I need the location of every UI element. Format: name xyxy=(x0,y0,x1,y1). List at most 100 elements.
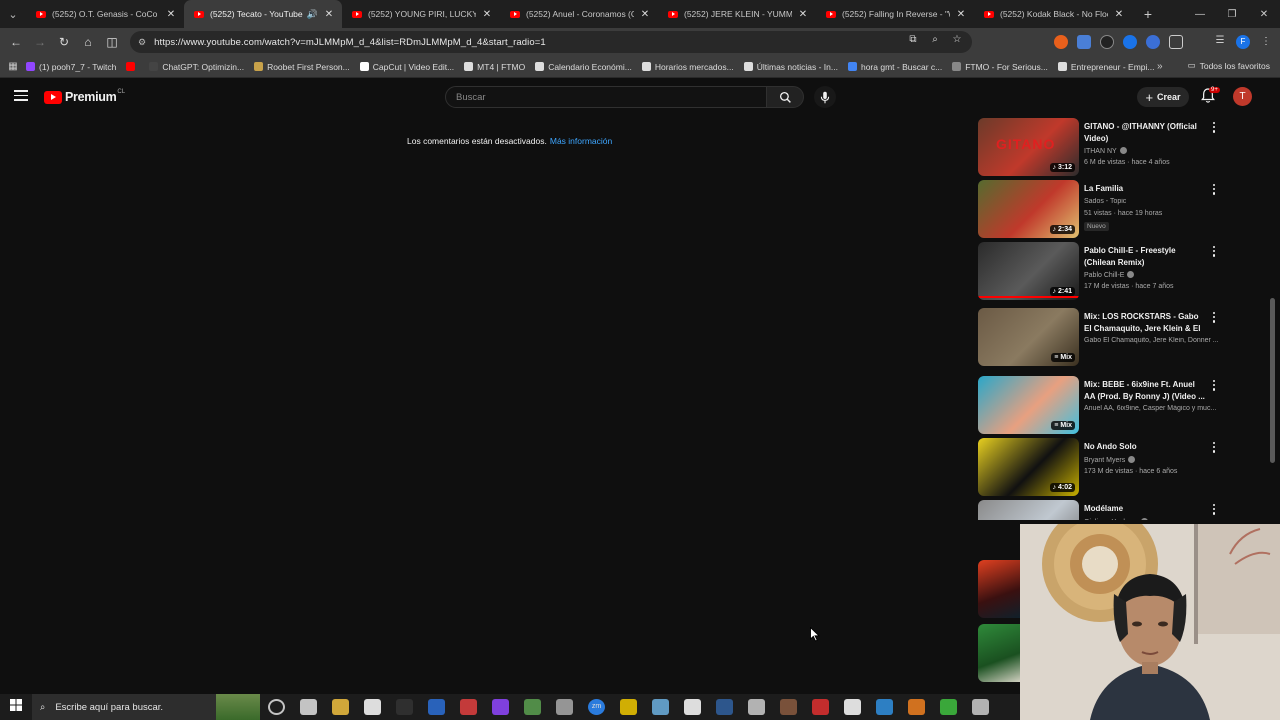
video-title[interactable]: No Ando Solo xyxy=(1084,441,1206,453)
translate-extension-icon[interactable] xyxy=(1077,35,1091,49)
forward-icon[interactable]: → xyxy=(28,35,52,49)
taskbar-app-icon[interactable] xyxy=(332,699,349,715)
video-thumbnail[interactable]: ♪ 2:41 xyxy=(978,242,1079,300)
more-actions-icon[interactable] xyxy=(1211,380,1217,393)
recommendation-thumbnail-partial[interactable] xyxy=(978,624,1020,682)
video-title[interactable]: Pablo Chill-E - Freestyle (Chilean Remix… xyxy=(1084,245,1206,268)
video-title[interactable]: Modélame xyxy=(1084,503,1206,515)
bookmark-item[interactable] xyxy=(126,62,139,71)
install-app-icon[interactable]: ⧉ xyxy=(906,34,920,45)
taskbar-app-icon[interactable]: zm xyxy=(588,699,605,715)
extensions-puzzle-icon[interactable] xyxy=(1169,35,1183,49)
more-actions-icon[interactable] xyxy=(1211,184,1217,197)
video-thumbnail[interactable]: GITANO ♪ 3:12 xyxy=(978,118,1079,176)
browser-tab[interactable]: (5252) Tecato - YouTube 🔊 ✕ xyxy=(184,0,342,28)
channel-name[interactable]: Pablo Chill-E xyxy=(1084,272,1124,279)
search-button[interactable] xyxy=(766,86,804,108)
profile-avatar-icon[interactable]: F xyxy=(1236,35,1250,49)
close-tab-icon[interactable]: ✕ xyxy=(798,9,808,20)
taskbar-app-icon[interactable] xyxy=(972,699,989,715)
new-tab-button[interactable]: + xyxy=(1136,6,1160,22)
channel-name[interactable]: Sados - Topic xyxy=(1084,198,1126,205)
bookmark-item[interactable]: hora gmt - Buscar c... xyxy=(847,62,942,72)
video-title[interactable]: La Familia xyxy=(1084,183,1206,195)
bookmark-item[interactable]: Entrepreneur - Empi... xyxy=(1057,62,1155,72)
more-actions-icon[interactable] xyxy=(1211,246,1217,259)
taskbar-app-icon[interactable] xyxy=(812,699,829,715)
extension-icon[interactable] xyxy=(1146,35,1160,49)
bookmark-item[interactable]: MT4 | FTMO xyxy=(464,62,525,72)
start-button[interactable] xyxy=(0,698,32,716)
taskbar-app-icon[interactable] xyxy=(428,699,445,715)
video-title[interactable]: Mix: BEBE - 6ix9ine Ft. Anuel AA (Prod. … xyxy=(1084,379,1206,402)
taskbar-app-icon[interactable] xyxy=(844,699,861,715)
tab-audio-icon[interactable]: 🔊 xyxy=(307,9,318,20)
all-bookmarks-folder[interactable]: ▭ Todos los favoritos xyxy=(1188,60,1270,71)
video-title[interactable]: Mix: LOS ROCKSTARS - Gabo El Chamaquito,… xyxy=(1084,311,1206,334)
taskbar-app-icon[interactable] xyxy=(652,699,669,715)
recommendation-thumbnail-partial[interactable] xyxy=(978,560,1020,618)
more-info-link[interactable]: Más información xyxy=(550,136,612,146)
browser-tab[interactable]: (5252) O.T. Genasis - CoCo [Offi ✕ xyxy=(26,0,184,28)
taskbar-search-input[interactable]: ⌕ Escribe aquí para buscar. xyxy=(32,694,260,720)
taskbar-app-icon[interactable] xyxy=(268,699,285,715)
more-bookmarks-chevron-icon[interactable]: » xyxy=(1157,61,1163,72)
split-view-icon[interactable]: ◫ xyxy=(100,35,124,49)
video-thumbnail[interactable]: ♪ 4:02 xyxy=(978,438,1079,496)
minimize-icon[interactable]: — xyxy=(1184,9,1216,20)
bookmark-star-icon[interactable]: ☆ xyxy=(950,34,964,45)
taskbar-app-icon[interactable] xyxy=(620,699,637,715)
taskbar-app-icon[interactable] xyxy=(684,699,701,715)
close-window-icon[interactable]: ✕ xyxy=(1248,9,1280,20)
browser-tab[interactable]: (5252) JERE KLEIN - YUMMY! Fr ✕ xyxy=(658,0,816,28)
more-actions-icon[interactable] xyxy=(1211,122,1217,135)
taskbar-app-icon[interactable] xyxy=(716,699,733,715)
channel-name[interactable]: Anuel AA, 6ix9ine, Casper Mágico y muc..… xyxy=(1084,405,1216,412)
bookmark-item[interactable]: Calendario Económi... xyxy=(535,62,632,72)
recommendation-item[interactable]: GITANO ♪ 3:12 GITANO - @ITHANNY (Official … xyxy=(978,118,1228,178)
create-button[interactable]: + Crear xyxy=(1137,87,1189,107)
recommendation-item[interactable]: ♪ 4:02 No Ando Solo Bryant Myers 173 M de v… xyxy=(978,438,1228,498)
bookmark-item[interactable]: CapCut | Video Edit... xyxy=(359,62,454,72)
recommendation-item[interactable]: ≡ Mix Mix: BEBE - 6ix9ine Ft. Anuel AA (P… xyxy=(978,376,1228,436)
site-info-icon[interactable]: ⚙ xyxy=(138,37,146,48)
channel-name[interactable]: ITHAN NY xyxy=(1084,148,1117,155)
bookmark-item[interactable]: FTMO - For Serious... xyxy=(952,62,1048,72)
taskbar-app-icon[interactable] xyxy=(876,699,893,715)
close-tab-icon[interactable]: ✕ xyxy=(956,9,966,20)
video-thumbnail[interactable]: ≡ Mix xyxy=(978,376,1079,434)
close-tab-icon[interactable]: ✕ xyxy=(1114,9,1124,20)
home-icon[interactable]: ⌂ xyxy=(76,35,100,49)
bookmark-item[interactable]: Roobet First Person... xyxy=(254,62,350,72)
video-thumbnail[interactable]: ≡ Mix xyxy=(978,308,1079,366)
taskbar-app-icon[interactable] xyxy=(364,699,381,715)
reading-list-icon[interactable]: ☰ xyxy=(1213,35,1227,49)
youtube-premium-logo[interactable]: Premium CL xyxy=(44,89,125,104)
video-title[interactable]: GITANO - @ITHANNY (Official Video) xyxy=(1084,121,1206,144)
browser-tab[interactable]: (5252) Anuel - Coronamos (Offi ✕ xyxy=(500,0,658,28)
taskbar-app-icon[interactable] xyxy=(780,699,797,715)
extension-icon[interactable] xyxy=(1123,35,1137,49)
more-actions-icon[interactable] xyxy=(1211,504,1217,517)
extension-icon[interactable] xyxy=(1100,35,1114,49)
back-icon[interactable]: ← xyxy=(4,35,28,49)
video-thumbnail[interactable] xyxy=(978,500,1079,520)
more-actions-icon[interactable] xyxy=(1211,442,1217,455)
zoom-icon[interactable]: ⌕ xyxy=(928,34,942,45)
guide-menu-icon[interactable] xyxy=(14,90,28,104)
channel-name[interactable]: Bryant Myers xyxy=(1084,457,1125,464)
bookmark-item[interactable]: (1) pooh7_7 - Twitch xyxy=(26,62,116,72)
bookmark-item[interactable]: ChatGPT: Optimizin... xyxy=(149,62,244,72)
restore-icon[interactable]: ❐ xyxy=(1216,9,1248,20)
taskbar-app-icon[interactable] xyxy=(460,699,477,715)
channel-name[interactable]: Gabo El Chamaquito, Jere Klein, Donner .… xyxy=(1084,337,1219,344)
recommendation-item[interactable]: ≡ Mix Mix: LOS ROCKSTARS - Gabo El Chamaq… xyxy=(978,308,1228,368)
recommendation-item[interactable]: ♪ 2:34 La Familia Sados - Topic 51 vistas ·… xyxy=(978,180,1228,240)
close-tab-icon[interactable]: ✕ xyxy=(166,9,176,20)
scrollbar-thumb[interactable] xyxy=(1270,298,1275,463)
browser-tab[interactable]: (5252) YOUNG PIRI, LUCKY BRO ✕ xyxy=(342,0,500,28)
taskbar-app-icon[interactable] xyxy=(908,699,925,715)
reload-icon[interactable]: ↻ xyxy=(52,35,76,49)
close-tab-icon[interactable]: ✕ xyxy=(482,9,492,20)
browser-menu-icon[interactable]: ⋮ xyxy=(1259,35,1273,49)
